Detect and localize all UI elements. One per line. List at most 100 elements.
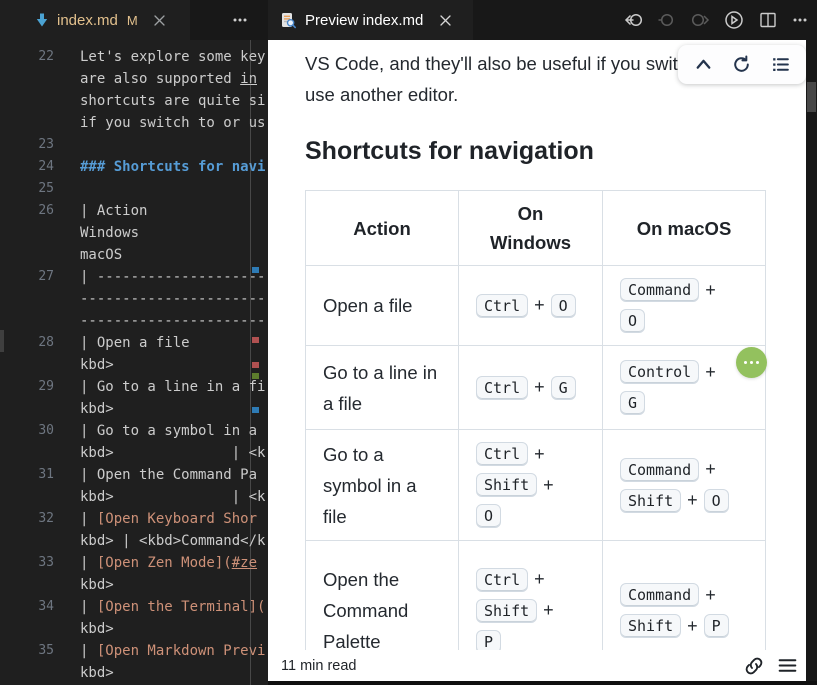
editor-row[interactable]: 29| Go to a line in a fi [0, 376, 268, 398]
preview-scrollbar-track[interactable] [806, 40, 817, 685]
code-segment: kbd> [80, 577, 114, 593]
code-text: kbd> | <k [80, 486, 265, 508]
editor-row[interactable]: are also supported in [0, 68, 268, 90]
menu-icon[interactable] [777, 655, 798, 676]
line-number [0, 574, 54, 596]
annotation-more-button[interactable] [736, 347, 767, 378]
editor-row[interactable]: 32| [Open Keyboard Shor [0, 508, 268, 530]
code-segment: | [80, 555, 97, 571]
more-actions-icon[interactable] [791, 11, 809, 29]
editor-row[interactable]: 31| Open the Command Pa [0, 464, 268, 486]
key-line: Ctrl+G [476, 376, 601, 400]
code-text: | [Open the Terminal]( [80, 596, 265, 618]
editor-row[interactable]: 26| Action [0, 200, 268, 222]
collapse-up-icon[interactable] [693, 54, 714, 75]
line-number: 21 [0, 40, 54, 46]
editor-row[interactable]: 25 [0, 178, 268, 200]
ruler-decoration [252, 373, 259, 379]
close-icon[interactable] [439, 14, 452, 27]
window-bottom-edge [268, 681, 817, 685]
line-number: 34 [0, 596, 54, 618]
outline-list-icon[interactable] [770, 54, 791, 75]
code-segment: shortcuts are quite si [80, 93, 265, 109]
ruler-decoration [252, 267, 259, 273]
left-scrollbar-thumb[interactable] [0, 330, 4, 352]
editor-row[interactable]: kbd> [0, 398, 268, 420]
editor-row[interactable]: Windows [0, 222, 268, 244]
code-segment: are also supported [80, 71, 240, 87]
key-line: Ctrl+ [476, 442, 601, 466]
run-file-icon[interactable] [723, 9, 745, 31]
kbd-key: O [476, 504, 501, 528]
editor-row[interactable]: kbd> | <k [0, 486, 268, 508]
code-text: | Action [80, 200, 147, 222]
editor-row[interactable]: kbd> [0, 618, 268, 640]
editor-row[interactable]: 33| [Open Zen Mode](#ze [0, 552, 268, 574]
section-heading: Shortcuts for navigation [305, 137, 594, 166]
read-time-label: 11 min read [281, 658, 357, 674]
editor-row[interactable]: 35| [Open Markdown Previ [0, 640, 268, 662]
code-segment: macOS [80, 247, 122, 263]
line-number: 28 [0, 332, 54, 354]
kbd-key: Shift [620, 614, 681, 638]
code-text: | [Open Keyboard Shor [80, 508, 257, 530]
editor-row[interactable]: kbd> [0, 662, 268, 684]
code-segment: ---------------------- [80, 291, 265, 307]
editor-row[interactable]: 27| -------------------- [0, 266, 268, 288]
code-text: kbd> [80, 354, 114, 376]
line-number [0, 288, 54, 310]
markdown-preview-pane: VS Code, and they'll also be useful if y… [268, 40, 806, 685]
more-dots-icon [744, 361, 748, 365]
editor-row[interactable]: ---------------------- [0, 288, 268, 310]
plus-separator: + [705, 362, 716, 383]
editor-row[interactable]: 24### Shortcuts for navi [0, 156, 268, 178]
ruler-decoration [252, 407, 259, 413]
go-back-icon[interactable] [624, 10, 644, 30]
editor-row[interactable]: kbd> | <k [0, 442, 268, 464]
editor-row[interactable]: if you switch to or us [0, 112, 268, 134]
code-segment: | Go to a line in a fi [80, 379, 265, 395]
editor-row[interactable]: macOS [0, 244, 268, 266]
code-segment: | Open a file [80, 335, 190, 351]
editor-row[interactable]: kbd> [0, 574, 268, 596]
code-text: ### Shortcuts for navi [80, 156, 265, 178]
key-line: Command+ [620, 458, 764, 482]
line-number [0, 68, 54, 90]
code-segment: [Open Keyboard Shor [97, 511, 257, 527]
editor-row[interactable]: ---------------------- [0, 310, 268, 332]
editor-row[interactable]: 28 | Open a file [0, 332, 268, 354]
line-number: 33 [0, 552, 54, 574]
close-icon[interactable] [153, 14, 166, 27]
editor-row[interactable]: 22Let's explore some key [0, 46, 268, 68]
table-header-cell: On macOS [603, 191, 766, 266]
code-segment: | Open the Command Pa [80, 467, 257, 483]
key-line: Command+ [620, 583, 764, 607]
editor-row[interactable]: 34 | [Open the Terminal]( [0, 596, 268, 618]
editor-row[interactable]: shortcuts are quite si [0, 90, 268, 112]
code-segment: kbd> [80, 665, 114, 681]
editor-row[interactable]: kbd> [0, 354, 268, 376]
editor-row[interactable]: kbd> | <kbd>Command</k [0, 530, 268, 552]
preview-footer-bar: 11 min read [268, 650, 806, 681]
preview-scrollbar-thumb[interactable] [807, 82, 816, 112]
refresh-icon[interactable] [731, 54, 752, 75]
code-text: | Go to a line in a fi [80, 376, 265, 398]
table-cell-action: Go to a line ina file [306, 346, 459, 430]
tab-preview-index-md[interactable]: Preview index.md [268, 0, 473, 40]
markdown-source-editor[interactable]: 2122Let's explore some keyare also suppo… [0, 40, 268, 685]
split-editor-icon[interactable] [758, 10, 778, 30]
code-segment: | [80, 643, 97, 659]
go-forward-icon[interactable] [690, 10, 710, 30]
editor-row[interactable]: 21 [0, 40, 268, 46]
link-icon[interactable] [743, 655, 765, 677]
table-cell-keys: Command+Shift+O [603, 430, 766, 541]
editor-row[interactable]: 30| Go to a symbol in a [0, 420, 268, 442]
nav-disabled-icon[interactable] [657, 10, 677, 30]
tab-index-md[interactable]: index.md M [0, 0, 190, 40]
editor-group-more-actions-icon[interactable] [222, 0, 258, 40]
code-segment: kbd> | <k [80, 445, 265, 461]
table-cell-keys: Ctrl+G [459, 346, 603, 430]
editor-row[interactable]: 23 [0, 134, 268, 156]
table-row: Go to a line ina fileCtrl+GControl+G [306, 346, 766, 430]
key-line: Shift+ [476, 599, 601, 623]
